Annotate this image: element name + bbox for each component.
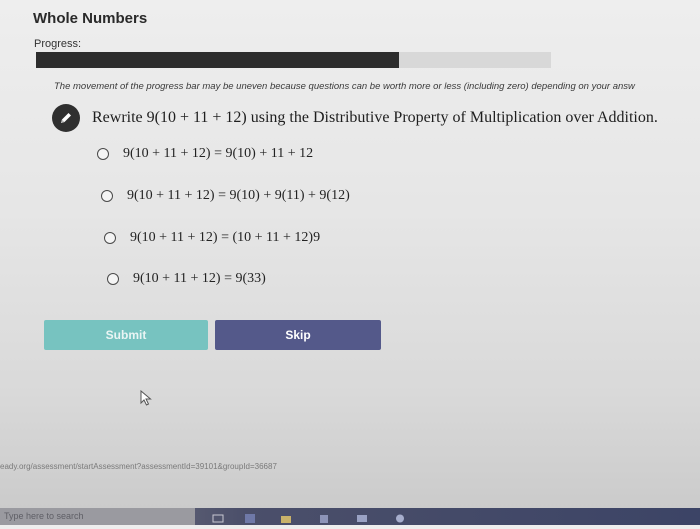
answer-option-1[interactable]: 9(10 + 11 + 12) = 9(10) + 11 + 12: [97, 146, 313, 162]
edge-icon[interactable]: [244, 511, 256, 523]
radio-button[interactable]: [107, 273, 119, 285]
radio-button[interactable]: [97, 148, 109, 160]
answer-option-text: 9(10 + 11 + 12) = 9(10) + 9(11) + 9(12): [127, 188, 350, 203]
answer-option-text: 9(10 + 11 + 12) = (10 + 11 + 12)9: [130, 230, 321, 245]
progress-bar: [36, 52, 551, 68]
pencil-icon: [52, 104, 80, 132]
progress-note: The movement of the progress bar may be …: [54, 81, 635, 92]
folder-icon[interactable]: [280, 511, 292, 523]
answer-option-text: 9(10 + 11 + 12) = 9(10) + 11 + 12: [123, 146, 314, 161]
submit-button[interactable]: Submit: [44, 320, 208, 350]
status-url: eady.org/assessment/startAssessment?asse…: [0, 462, 277, 471]
radio-button[interactable]: [101, 190, 113, 202]
radio-button[interactable]: [104, 232, 116, 244]
store-icon[interactable]: [318, 511, 330, 523]
app-title: Whole Numbers: [33, 10, 148, 27]
answer-option-text: 9(10 + 11 + 12) = 9(33): [133, 271, 266, 286]
mail-icon[interactable]: [356, 511, 368, 522]
app-icon[interactable]: [394, 511, 406, 523]
mouse-cursor-icon: [140, 389, 152, 411]
task-view-icon[interactable]: [212, 511, 224, 523]
answer-option-4[interactable]: 9(10 + 11 + 12) = 9(33): [107, 271, 266, 287]
progress-label: Progress:: [34, 38, 82, 50]
answer-option-3[interactable]: 9(10 + 11 + 12) = (10 + 11 + 12)9: [104, 230, 320, 246]
answer-option-2[interactable]: 9(10 + 11 + 12) = 9(10) + 9(11) + 9(12): [101, 188, 350, 204]
taskbar: Type here to search: [0, 508, 700, 525]
question-row: Rewrite 9(10 + 11 + 12) using the Distri…: [52, 104, 658, 132]
skip-button[interactable]: Skip: [215, 320, 381, 350]
question-text: Rewrite 9(10 + 11 + 12) using the Distri…: [92, 109, 658, 126]
progress-bar-fill: [36, 52, 400, 68]
taskbar-search-box[interactable]: Type here to search: [0, 508, 195, 525]
